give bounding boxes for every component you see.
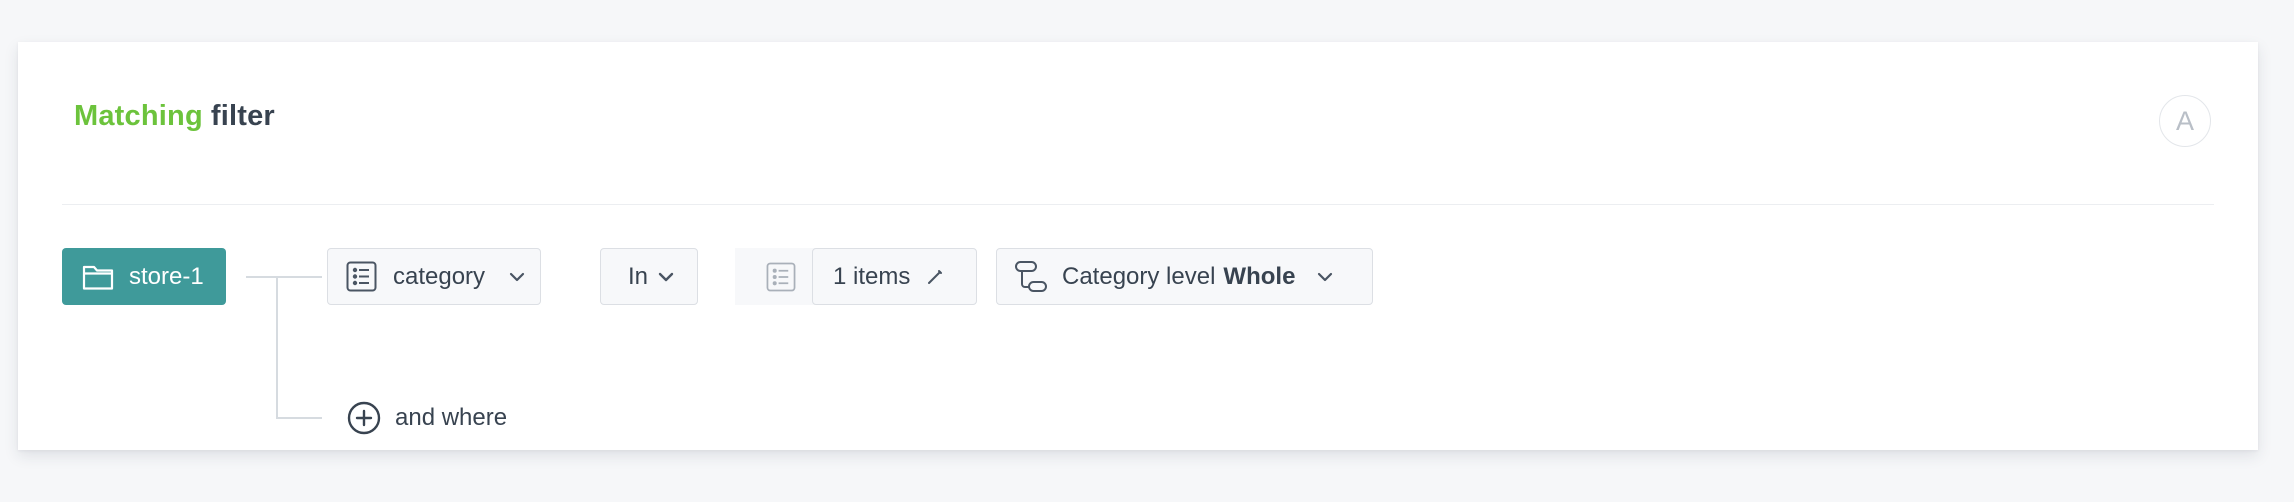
operator-label: In [628,262,649,290]
chevron-down-icon [509,272,525,282]
list-icon [766,262,796,292]
filter-card: Matching filter A store-1 category In 1 … [18,42,2258,450]
chevron-down-icon [658,272,674,282]
hierarchy-icon [1014,260,1048,294]
header-divider [62,204,2214,205]
title-accent: Matching [74,100,203,132]
connector-branch [276,417,322,419]
connector-horizontal [246,276,322,278]
attribute-select[interactable]: category [327,248,541,305]
folder-icon [82,263,114,291]
pencil-icon [926,268,944,286]
plus-circle-icon [346,400,382,436]
attribute-label: category [393,262,486,290]
page-title: Matching filter [74,100,275,133]
category-level-select[interactable]: Category level Whole [996,248,1373,305]
add-condition-label: and where [395,404,508,431]
connector-vertical [276,277,278,419]
list-icon [346,261,377,292]
store-root-label: store-1 [129,262,204,290]
title-rest: filter [210,100,275,132]
items-label: 1 items [833,262,911,290]
avatar[interactable]: A [2159,95,2211,147]
chevron-down-icon [1317,272,1333,282]
store-root-button[interactable]: store-1 [62,248,226,305]
add-condition-button[interactable]: and where [346,400,507,436]
items-value-field[interactable]: 1 items [812,248,977,305]
avatar-letter: A [2175,105,2194,136]
category-level-prefix: Category level [1062,262,1216,290]
category-level-value: Whole [1223,262,1296,290]
operator-select[interactable]: In [600,248,698,305]
